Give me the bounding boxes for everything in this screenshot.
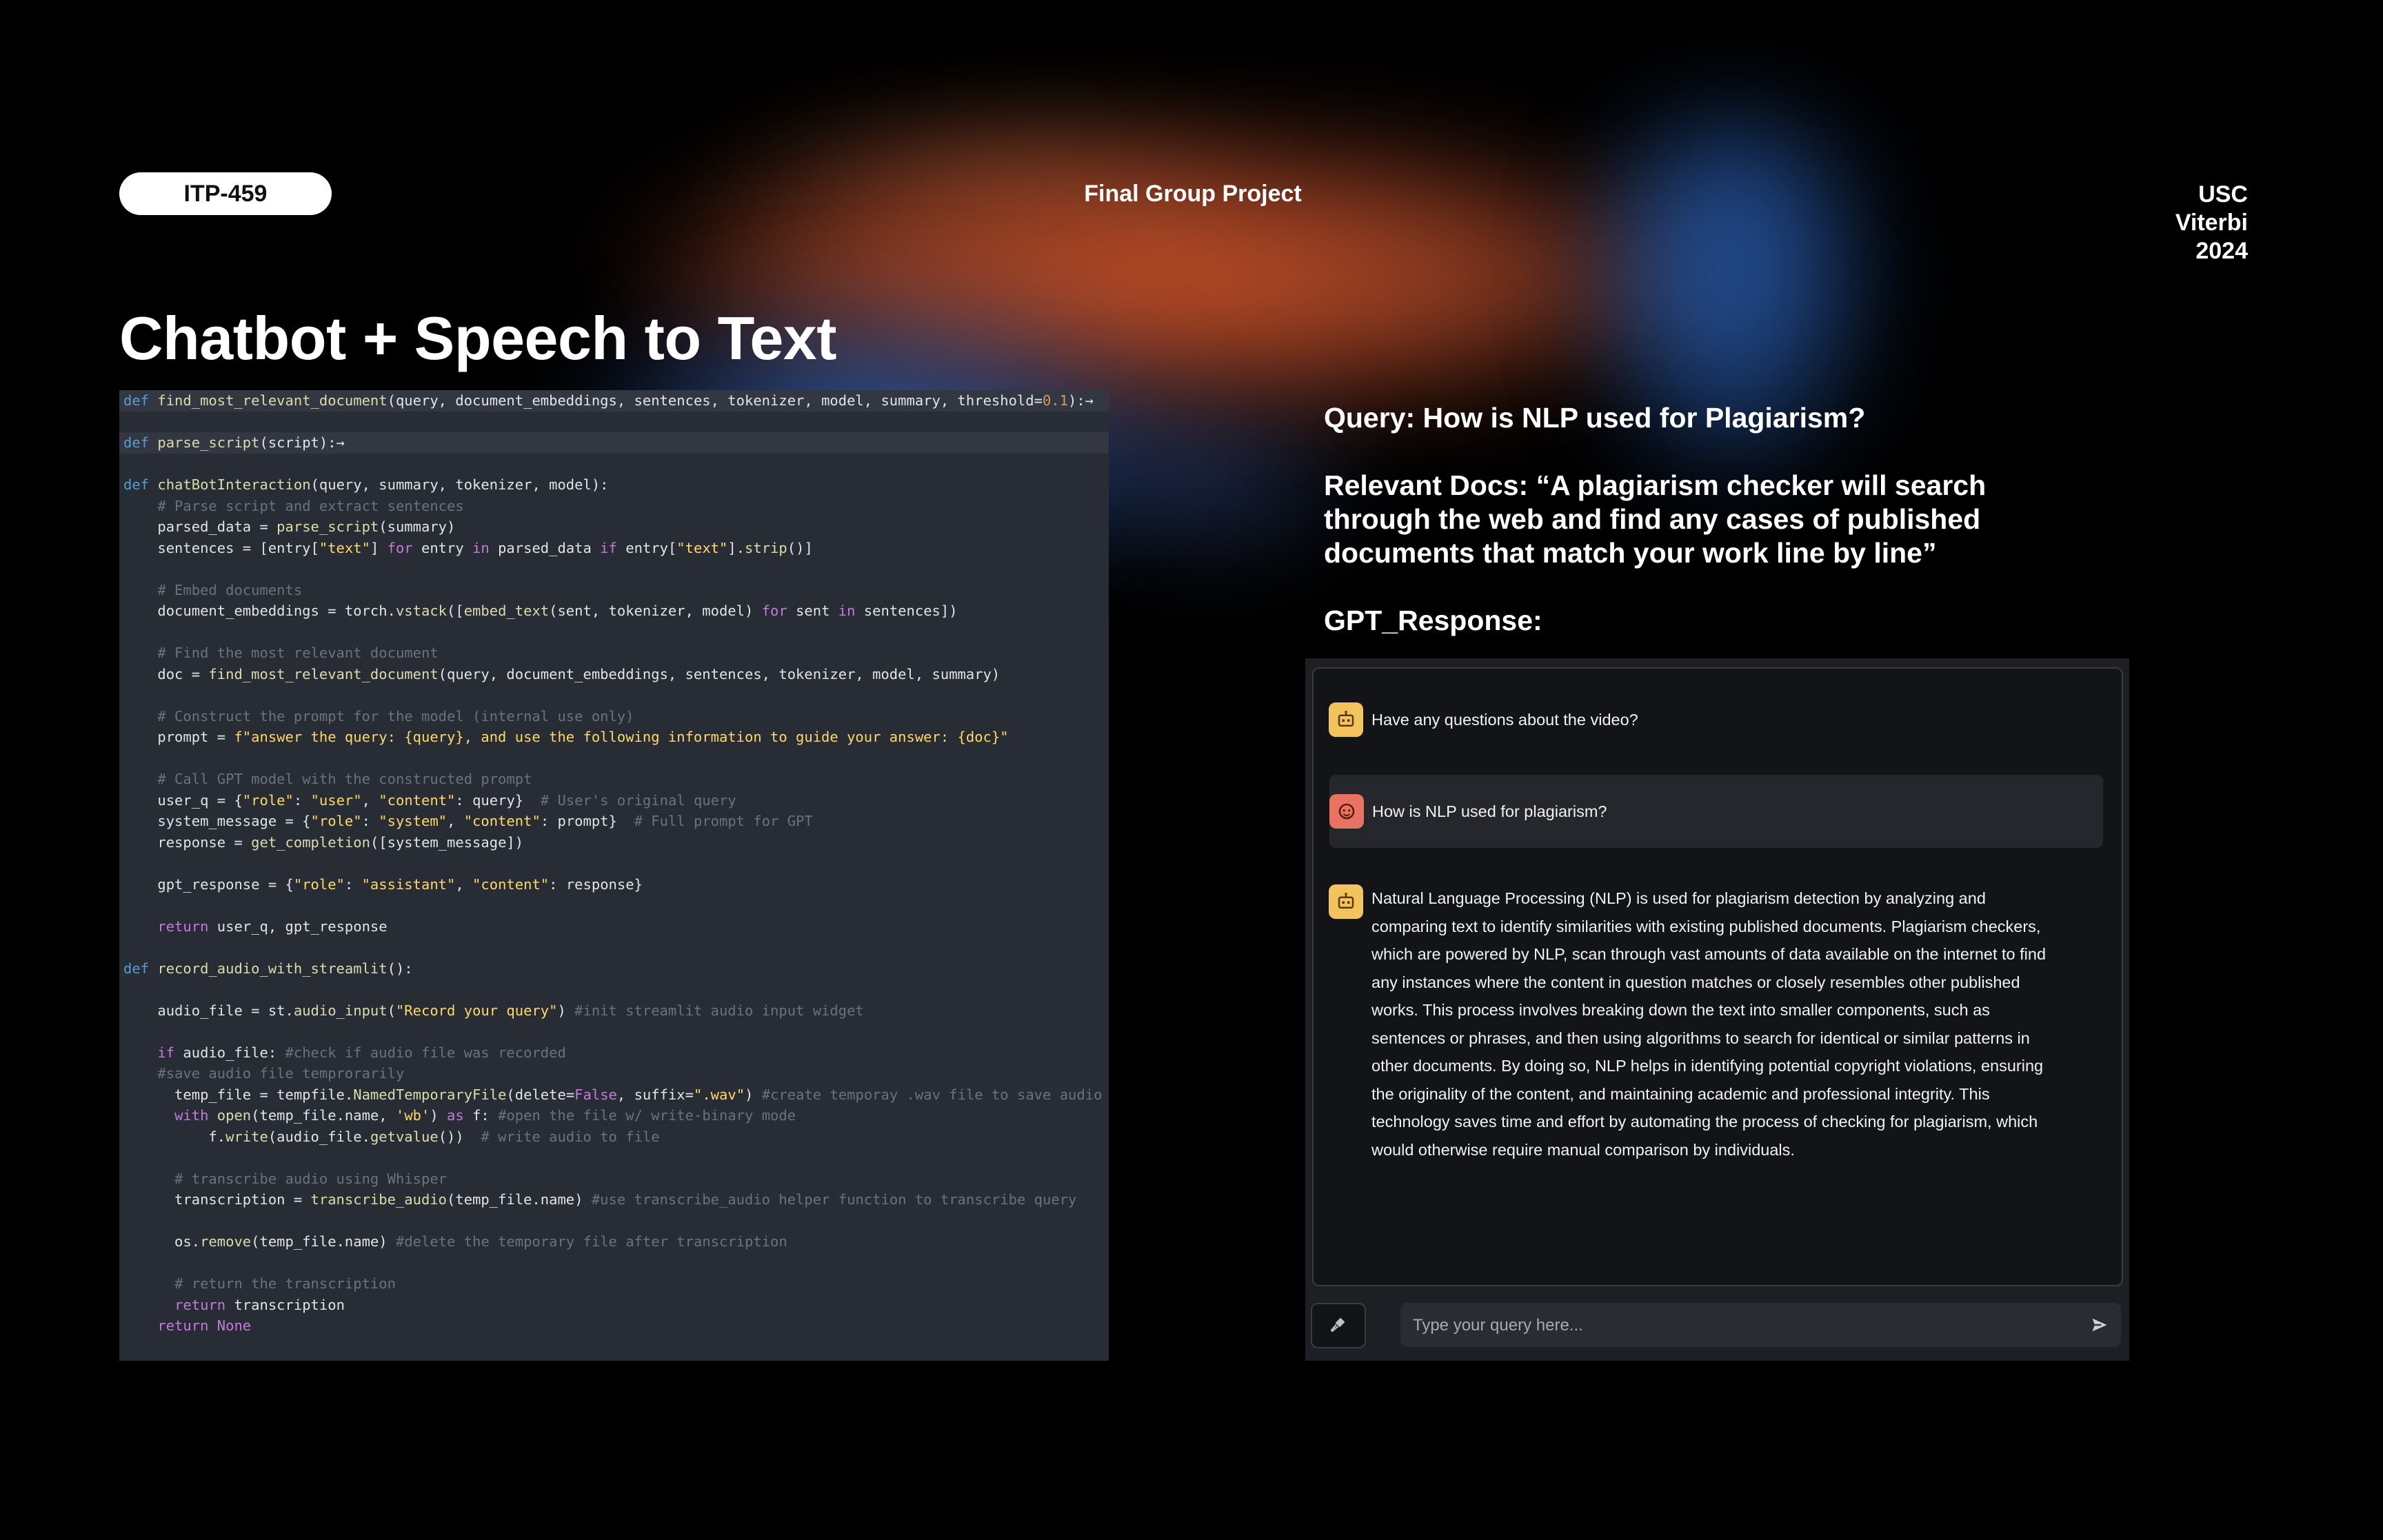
code-editor: def find_most_relevant_document(query, d… xyxy=(119,390,1109,1361)
face-icon xyxy=(1329,794,1364,829)
send-button[interactable] xyxy=(2088,1314,2111,1336)
code-line: sentences = [entry["text"] for entry in … xyxy=(123,539,813,556)
chat-message-assistant-response: Natural Language Processing (NLP) is use… xyxy=(1329,884,2046,1164)
code-line: # transcribe audio using Whisper xyxy=(174,1170,448,1187)
code-line: audio_file = st.audio_input("Record your… xyxy=(123,1002,864,1019)
query-input-box[interactable] xyxy=(1400,1303,2121,1348)
code-line: def record_audio_with_streamlit(): xyxy=(123,960,413,977)
code-line: prompt = f"answer the query: {query}, an… xyxy=(123,729,1009,745)
course-badge: ITP-459 xyxy=(119,172,332,215)
org-line-2: Viterbi xyxy=(2175,210,2248,236)
code-line: gpt_response = {"role": "assistant", "co… xyxy=(123,875,643,893)
query-line: Query: How is NLP used for Plagiarism? xyxy=(1324,402,1866,434)
chat-response-line: comparing text to identify similarities … xyxy=(1371,917,2041,935)
project-label: Final Group Project xyxy=(1084,181,1302,207)
org-label: USC Viterbi 2024 xyxy=(2175,181,2248,265)
chat-response-line: works. This process involves breaking do… xyxy=(1371,1001,1990,1019)
chat-response-line: the originality of the content, and main… xyxy=(1371,1084,1990,1103)
query-input[interactable] xyxy=(1411,1303,2035,1348)
code-line: transcription = transcribe_audio(temp_fi… xyxy=(123,1191,1077,1208)
chat-message-assistant: Have any questions about the video? xyxy=(1329,702,1638,737)
code-line: def find_most_relevant_document(query, d… xyxy=(119,390,1109,412)
gpt-response-label: GPT_Response: xyxy=(1324,605,1542,636)
code-line: # Call GPT model with the constructed pr… xyxy=(157,771,532,787)
code-line: return transcription xyxy=(174,1296,345,1313)
chat-message-user: How is NLP used for plagiarism? xyxy=(1329,775,2103,848)
code-line: #save audio file temprorarily xyxy=(157,1065,405,1082)
code-line: response = get_completion([system_messag… xyxy=(123,833,524,851)
chat-response-line: would otherwise require manual compariso… xyxy=(1371,1140,1795,1159)
code-line: system_message = {"role": "system", "con… xyxy=(123,813,813,829)
code-line: # Find the most relevant document xyxy=(157,645,439,661)
query-panel: Query: How is NLP used for Plagiarism? R… xyxy=(1324,401,2096,638)
slide-title: Chatbot + Speech to Text xyxy=(119,304,837,372)
code-line: if audio_file: #check if audio file was … xyxy=(157,1044,566,1061)
code-line: def parse_script(script):→ xyxy=(119,432,1109,454)
org-line-1: USC xyxy=(2198,181,2248,207)
code-line: return None xyxy=(157,1317,252,1334)
code-line: doc = find_most_relevant_document(query,… xyxy=(123,665,1001,682)
code-line: # Parse script and extract sentences xyxy=(157,497,464,514)
chat-response-line: technology saves time and effort by auto… xyxy=(1371,1113,2038,1131)
background-glow-orange xyxy=(621,131,1724,421)
code-line: # return the transcription xyxy=(174,1275,396,1292)
code-line: f.write(audio_file.getvalue()) # write a… xyxy=(123,1128,660,1145)
chat-response-line: which are powered by NLP, scan through v… xyxy=(1371,945,2047,963)
code-line: def chatBotInteraction(query, summary, t… xyxy=(123,476,609,493)
microphone-icon xyxy=(1328,1314,1349,1338)
code-line: user_q = {"role": "user", "content": que… xyxy=(123,791,736,809)
code-line: with open(temp_file.name, 'wb') as f: #o… xyxy=(174,1107,796,1124)
chat-response-line: Natural Language Processing (NLP) is use… xyxy=(1371,889,1986,907)
code-line: return user_q, gpt_response xyxy=(157,918,388,935)
code-line: # Construct the prompt for the model (in… xyxy=(157,707,634,725)
robot-icon xyxy=(1329,702,1363,737)
chat-response-line: other documents. By doing so, NLP helps … xyxy=(1371,1057,2044,1075)
robot-icon xyxy=(1329,884,1363,919)
chat-response-line: sentences or phrases, and then using alg… xyxy=(1371,1029,2030,1047)
chat-response-line: any instances where the content in quest… xyxy=(1371,973,2020,991)
code-line: os.remove(temp_file.name) #delete the te… xyxy=(123,1233,787,1250)
relevant-docs: Relevant Docs: “A plagiarism checker wil… xyxy=(1324,469,1987,569)
chat-response-text: Natural Language Processing (NLP) is use… xyxy=(1371,884,2046,1164)
chat-message-text: Have any questions about the video? xyxy=(1371,711,1638,729)
record-audio-button[interactable] xyxy=(1311,1303,1366,1348)
code-line: temp_file = tempfile.NamedTemporaryFile(… xyxy=(123,1086,1103,1103)
code-line: document_embeddings = torch.vstack([embe… xyxy=(123,602,958,619)
org-line-3: 2024 xyxy=(2195,238,2248,264)
code-line: # Embed documents xyxy=(157,581,303,598)
code-line: parsed_data = parse_script(summary) xyxy=(123,518,456,535)
chat-message-text: How is NLP used for plagiarism? xyxy=(1372,802,1607,820)
